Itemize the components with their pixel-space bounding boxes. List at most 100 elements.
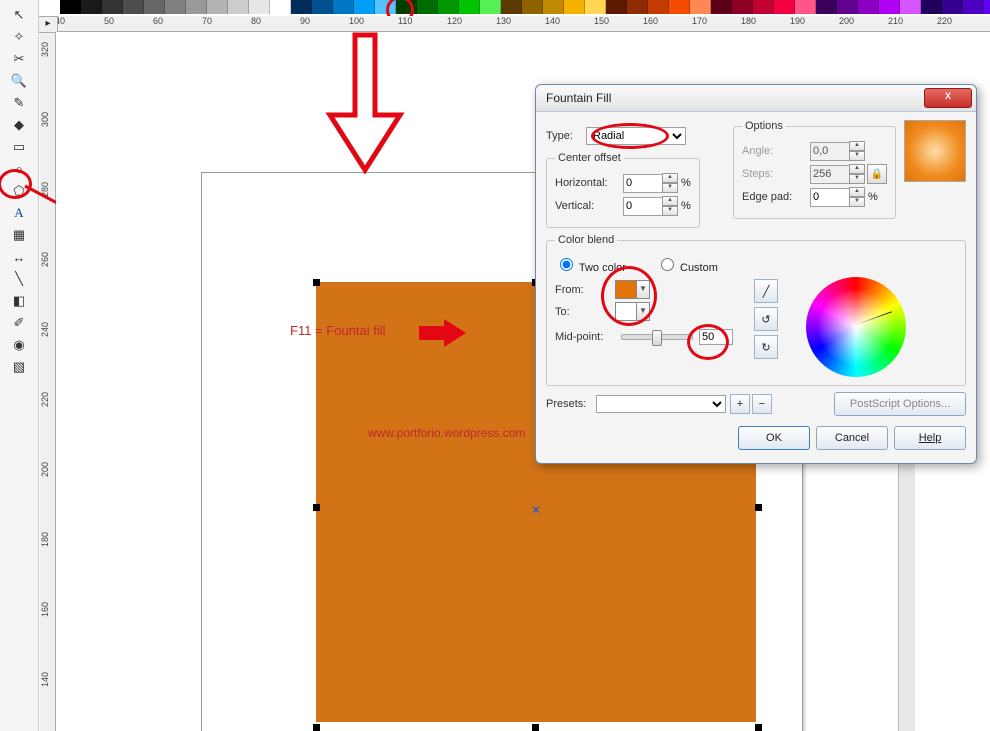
type-label: Type:: [546, 130, 586, 142]
close-button[interactable]: X: [924, 88, 972, 108]
edgepad-input[interactable]: [810, 188, 850, 207]
palette-swatch[interactable]: [333, 0, 354, 14]
steps-label: Steps:: [742, 168, 810, 180]
postscript-options-button[interactable]: PostScript Options...: [834, 392, 966, 416]
spin-down-icon[interactable]: ▼: [662, 206, 678, 216]
palette-swatch[interactable]: [543, 0, 564, 14]
palette-swatch[interactable]: [732, 0, 753, 14]
palette-swatch[interactable]: [837, 0, 858, 14]
blend-ccw-button[interactable]: ↺: [754, 307, 778, 331]
connector-tool-icon[interactable]: ╲: [7, 269, 31, 289]
palette-swatch[interactable]: [585, 0, 606, 14]
blend-cw-button[interactable]: ↻: [754, 335, 778, 359]
palette-swatch[interactable]: [312, 0, 333, 14]
interactive-fill-tool-icon[interactable]: ◧: [7, 291, 31, 311]
palette-swatch[interactable]: [816, 0, 837, 14]
crop-tool-icon[interactable]: ✂: [7, 49, 31, 69]
eyedropper-tool-icon[interactable]: ✐: [7, 313, 31, 333]
palette-swatch[interactable]: [984, 0, 990, 14]
preset-add-button[interactable]: +: [730, 394, 750, 414]
close-icon: X: [945, 91, 951, 101]
color-wheel[interactable]: [806, 277, 906, 377]
fill-tool-icon[interactable]: ▧: [7, 357, 31, 377]
palette-swatch[interactable]: [459, 0, 480, 14]
palette-swatch[interactable]: [291, 0, 312, 14]
palette-swatch[interactable]: [165, 0, 186, 14]
outline-tool-icon[interactable]: ◉: [7, 335, 31, 355]
pick-tool-icon[interactable]: ↖: [7, 5, 31, 25]
percent-label: %: [868, 191, 878, 203]
freehand-tool-icon[interactable]: ✎: [7, 93, 31, 113]
palette-swatch[interactable]: [417, 0, 438, 14]
blend-direct-button[interactable]: ╱: [754, 279, 778, 303]
angle-input: [810, 142, 850, 161]
palette-swatch[interactable]: [501, 0, 522, 14]
ok-button[interactable]: OK: [738, 426, 810, 450]
palette-swatch[interactable]: [753, 0, 774, 14]
dialog-titlebar[interactable]: Fountain Fill X: [536, 85, 976, 112]
shape-tool-icon[interactable]: ✧: [7, 27, 31, 47]
palette-swatch[interactable]: [795, 0, 816, 14]
palette-swatch[interactable]: [669, 0, 690, 14]
palette-swatch[interactable]: [690, 0, 711, 14]
palette-swatch[interactable]: [711, 0, 732, 14]
ruler-origin[interactable]: ▸: [38, 16, 58, 33]
annotation-arrow-down: [325, 30, 405, 180]
palette-swatch[interactable]: [774, 0, 795, 14]
palette-swatch[interactable]: [207, 0, 228, 14]
zoom-tool-icon[interactable]: 🔍: [7, 71, 31, 91]
text-tool-icon[interactable]: A: [7, 203, 31, 223]
palette-swatch[interactable]: [648, 0, 669, 14]
spin-up-icon[interactable]: ▲: [662, 196, 678, 206]
selection-handle[interactable]: [313, 279, 320, 286]
rectangle-tool-icon[interactable]: ▭: [7, 137, 31, 157]
smart-fill-tool-icon[interactable]: ◆: [7, 115, 31, 135]
selection-handle[interactable]: [313, 504, 320, 511]
spin-down-icon[interactable]: ▼: [662, 183, 678, 193]
custom-radio[interactable]: Custom: [656, 255, 718, 274]
horizontal-input[interactable]: [623, 174, 663, 193]
color-palette[interactable]: [60, 0, 990, 14]
spin-up-icon: ▲: [849, 164, 865, 174]
cancel-button[interactable]: Cancel: [816, 426, 888, 450]
palette-swatch[interactable]: [606, 0, 627, 14]
palette-swatch[interactable]: [186, 0, 207, 14]
fountain-fill-dialog: Fountain Fill X Type: Radial Center offs…: [535, 84, 977, 464]
palette-swatch[interactable]: [249, 0, 270, 14]
annotation-text-f11: F11 = Fountai fill: [290, 323, 386, 338]
palette-swatch[interactable]: [564, 0, 585, 14]
selection-handle[interactable]: [313, 724, 320, 731]
help-button[interactable]: Help: [894, 426, 966, 450]
palette-swatch[interactable]: [858, 0, 879, 14]
palette-swatch[interactable]: [228, 0, 249, 14]
selection-handle[interactable]: [755, 504, 762, 511]
spin-up-icon[interactable]: ▲: [662, 173, 678, 183]
palette-swatch[interactable]: [942, 0, 963, 14]
palette-swatch[interactable]: [627, 0, 648, 14]
lock-steps-button[interactable]: 🔒: [867, 164, 887, 184]
spin-up-icon[interactable]: ▲: [849, 187, 865, 197]
palette-swatch[interactable]: [144, 0, 165, 14]
palette-swatch[interactable]: [879, 0, 900, 14]
selection-handle[interactable]: [755, 724, 762, 731]
palette-swatch[interactable]: [354, 0, 375, 14]
palette-swatch[interactable]: [81, 0, 102, 14]
palette-swatch[interactable]: [480, 0, 501, 14]
table-tool-icon[interactable]: ▦: [7, 225, 31, 245]
palette-swatch[interactable]: [60, 0, 81, 14]
spin-down-icon[interactable]: ▼: [849, 197, 865, 207]
dimension-tool-icon[interactable]: ↔: [7, 247, 31, 267]
palette-swatch[interactable]: [963, 0, 984, 14]
palette-swatch[interactable]: [438, 0, 459, 14]
palette-swatch[interactable]: [270, 0, 291, 14]
presets-select[interactable]: [596, 395, 726, 413]
selection-handle[interactable]: [532, 724, 539, 731]
palette-swatch[interactable]: [123, 0, 144, 14]
midpoint-slider[interactable]: [621, 334, 693, 340]
palette-swatch[interactable]: [102, 0, 123, 14]
vertical-input[interactable]: [623, 197, 663, 216]
palette-swatch[interactable]: [522, 0, 543, 14]
preset-remove-button[interactable]: −: [752, 394, 772, 414]
palette-swatch[interactable]: [921, 0, 942, 14]
palette-swatch[interactable]: [900, 0, 921, 14]
